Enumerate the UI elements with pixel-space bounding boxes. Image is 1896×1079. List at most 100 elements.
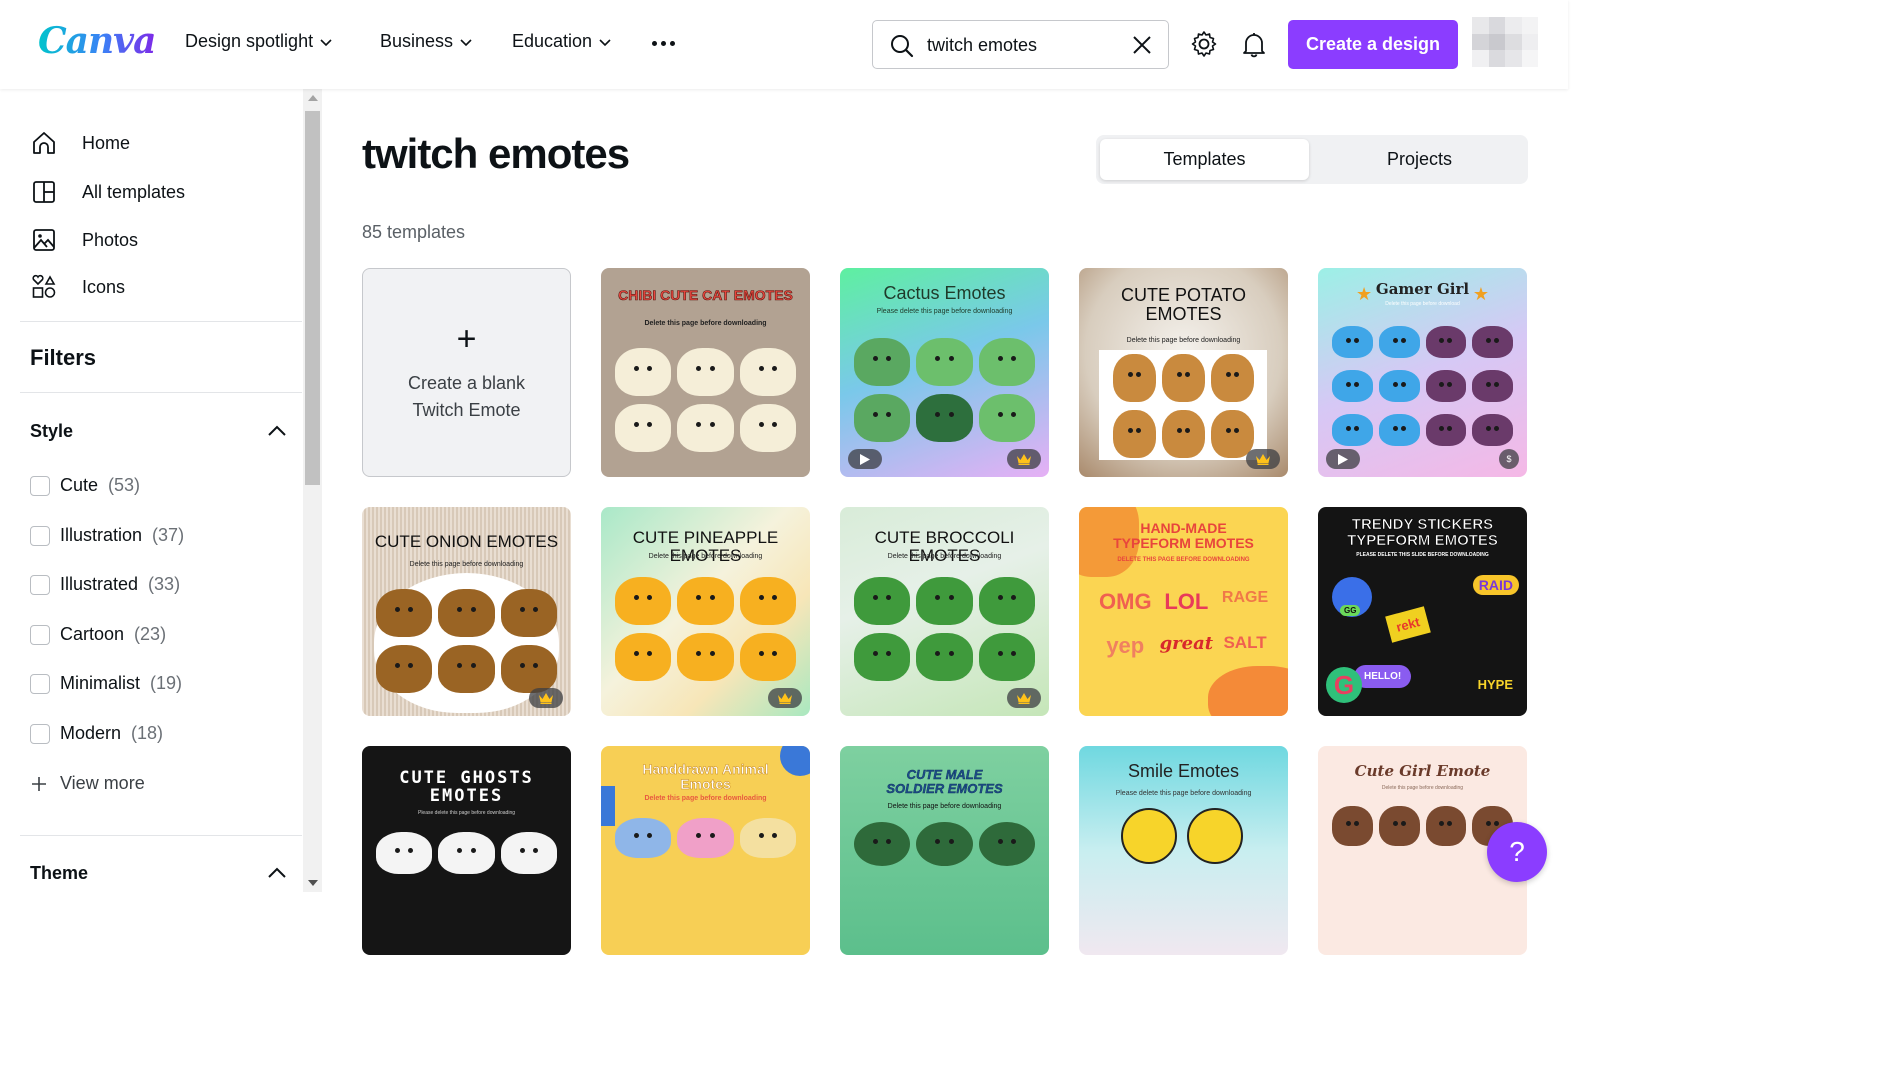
tab-templates[interactable]: Templates: [1100, 139, 1309, 180]
tab-projects[interactable]: Projects: [1315, 139, 1524, 180]
checkbox[interactable]: [30, 475, 50, 496]
template-card[interactable]: Gamer Girl Delete this page before downl…: [1318, 268, 1527, 477]
filters-heading: Filters: [30, 345, 97, 370]
template-card[interactable]: CUTE PINEAPPLE EMOTES Delete this page b…: [601, 507, 810, 716]
sidebar-item-all-templates[interactable]: All templates: [30, 178, 185, 206]
sidebar-scrollbar[interactable]: [303, 89, 322, 892]
close-icon[interactable]: [1130, 33, 1154, 57]
search-input[interactable]: [927, 31, 1127, 59]
emote-word: great: [1159, 633, 1214, 654]
filter-option-label: Modern: [60, 723, 122, 743]
nav-design-spotlight[interactable]: Design spotlight: [185, 31, 333, 52]
filter-option-label: Cute: [60, 475, 99, 495]
filter-option-count: (19): [150, 673, 183, 693]
help-button[interactable]: ?: [1487, 822, 1547, 882]
filter-option-label: Illustrated: [60, 574, 139, 594]
template-subtitle: Delete this page before downloading: [644, 320, 767, 327]
template-title: HAND-MADE TYPEFORM EMOTES: [1113, 520, 1254, 551]
sticker: RAID: [1472, 575, 1519, 595]
plus-icon: [32, 776, 46, 791]
filter-option-label: Cartoon: [60, 624, 125, 644]
template-card[interactable]: CUTE BROCCOLI EMOTES Delete this page be…: [840, 507, 1049, 716]
divider: [20, 321, 302, 322]
sidebar-item-label: Photos: [82, 229, 139, 250]
view-more-button[interactable]: View more: [30, 773, 145, 794]
decor-blob: [1208, 666, 1288, 716]
checkbox[interactable]: [30, 574, 50, 595]
sidebar-item-home[interactable]: Home: [30, 129, 130, 157]
divider: [20, 392, 302, 393]
template-title: Cactus Emotes: [883, 283, 1006, 303]
template-card[interactable]: Handdrawn Animal Emotes Delete this page…: [601, 746, 810, 955]
template-card[interactable]: CHIBI CUTE CAT EMOTES Delete this page b…: [601, 268, 810, 477]
template-card[interactable]: TRENDY STICKERS TYPEFORM EMOTES PLEASE D…: [1318, 507, 1527, 716]
result-type-tabs: Templates Projects: [1096, 135, 1528, 184]
template-subtitle: Delete this page before download: [1385, 301, 1460, 307]
filter-option-minimalist[interactable]: Minimalist (19): [30, 673, 182, 694]
checkbox[interactable]: [30, 624, 50, 645]
template-card[interactable]: HAND-MADE TYPEFORM EMOTES DELETE THIS PA…: [1079, 507, 1288, 716]
filter-option-illustration[interactable]: Illustration (37): [30, 525, 184, 546]
premium-badge: [529, 688, 563, 708]
template-card[interactable]: CUTE GHOSTS EMOTES Please delete this pa…: [362, 746, 571, 955]
plus-icon: +: [456, 319, 477, 358]
template-illustration: [1332, 806, 1513, 846]
template-illustration: [1332, 326, 1513, 446]
nav-label: Design spotlight: [185, 31, 314, 51]
template-title: CUTE POTATO EMOTES: [1120, 285, 1246, 324]
premium-badge: [1246, 449, 1280, 469]
sidebar-item-label: All templates: [82, 181, 186, 202]
template-illustration: [376, 589, 557, 693]
create-blank-card[interactable]: + Create a blank Twitch Emote: [362, 268, 571, 477]
checkbox[interactable]: [30, 525, 50, 546]
search-bar: [872, 20, 1169, 69]
filter-option-count: (18): [131, 723, 164, 743]
paid-badge: $: [1499, 449, 1519, 469]
theme-filter-toggle[interactable]: Theme: [30, 862, 288, 884]
chevron-down-icon: [599, 38, 611, 46]
nav-business[interactable]: Business: [380, 31, 473, 52]
more-horizontal-icon[interactable]: [650, 30, 676, 56]
template-card[interactable]: Cactus Emotes Please delete this page be…: [840, 268, 1049, 477]
bell-icon[interactable]: [1239, 29, 1269, 59]
template-card[interactable]: Smile Emotes Please delete this page bef…: [1079, 746, 1288, 955]
create-design-button[interactable]: Create a design: [1288, 20, 1458, 69]
star-icon: ★: [1472, 284, 1489, 304]
scroll-up-arrow-icon[interactable]: [308, 95, 318, 101]
gear-icon[interactable]: [1189, 29, 1219, 59]
scroll-down-arrow-icon[interactable]: [308, 880, 318, 886]
template-subtitle: Delete this page before downloading: [409, 561, 524, 568]
checkbox[interactable]: [30, 723, 50, 744]
video-badge: [848, 449, 882, 469]
avatar[interactable]: [1472, 17, 1538, 67]
filter-option-illustrated[interactable]: Illustrated (33): [30, 574, 180, 595]
template-card[interactable]: CUTE POTATO EMOTES Delete this page befo…: [1079, 268, 1288, 477]
create-blank-label: Create a blank Twitch Emote: [407, 372, 526, 420]
nav-education[interactable]: Education: [512, 31, 612, 52]
sticker: G: [1326, 667, 1362, 703]
emote-word: OMG: [1099, 589, 1152, 614]
template-card[interactable]: CUTE MALE SOLDIER EMOTES Delete this pag…: [840, 746, 1049, 955]
nav-label: Business: [380, 31, 454, 51]
template-subtitle: Delete this page before downloading: [887, 553, 1002, 560]
template-subtitle: Delete this page before downloading: [648, 553, 763, 560]
sticker: HELLO!: [1354, 665, 1412, 688]
checkbox[interactable]: [30, 673, 50, 694]
template-title: Cute Girl Emote: [1354, 762, 1491, 780]
templates-icon: [33, 181, 55, 203]
scrollbar-thumb[interactable]: [305, 111, 320, 485]
template-title: Gamer Girl: [1375, 280, 1470, 298]
search-icon[interactable]: [889, 33, 915, 59]
template-title: CUTE ONION EMOTES: [374, 532, 559, 551]
template-subtitle: Delete this page before downloading: [1381, 785, 1464, 791]
sidebar-item-icons[interactable]: Icons: [30, 273, 125, 301]
template-card[interactable]: CUTE ONION EMOTES Delete this page befor…: [362, 507, 571, 716]
filter-option-cute[interactable]: Cute (53): [30, 475, 140, 496]
sidebar-item-photos[interactable]: Photos: [30, 226, 138, 254]
filter-option-modern[interactable]: Modern (18): [30, 723, 163, 744]
canva-logo[interactable]: Canva: [38, 20, 156, 62]
decor-blob: [601, 786, 615, 826]
filter-option-cartoon[interactable]: Cartoon (23): [30, 624, 166, 645]
image-icon: [33, 229, 55, 251]
style-filter-toggle[interactable]: Style: [30, 420, 288, 442]
